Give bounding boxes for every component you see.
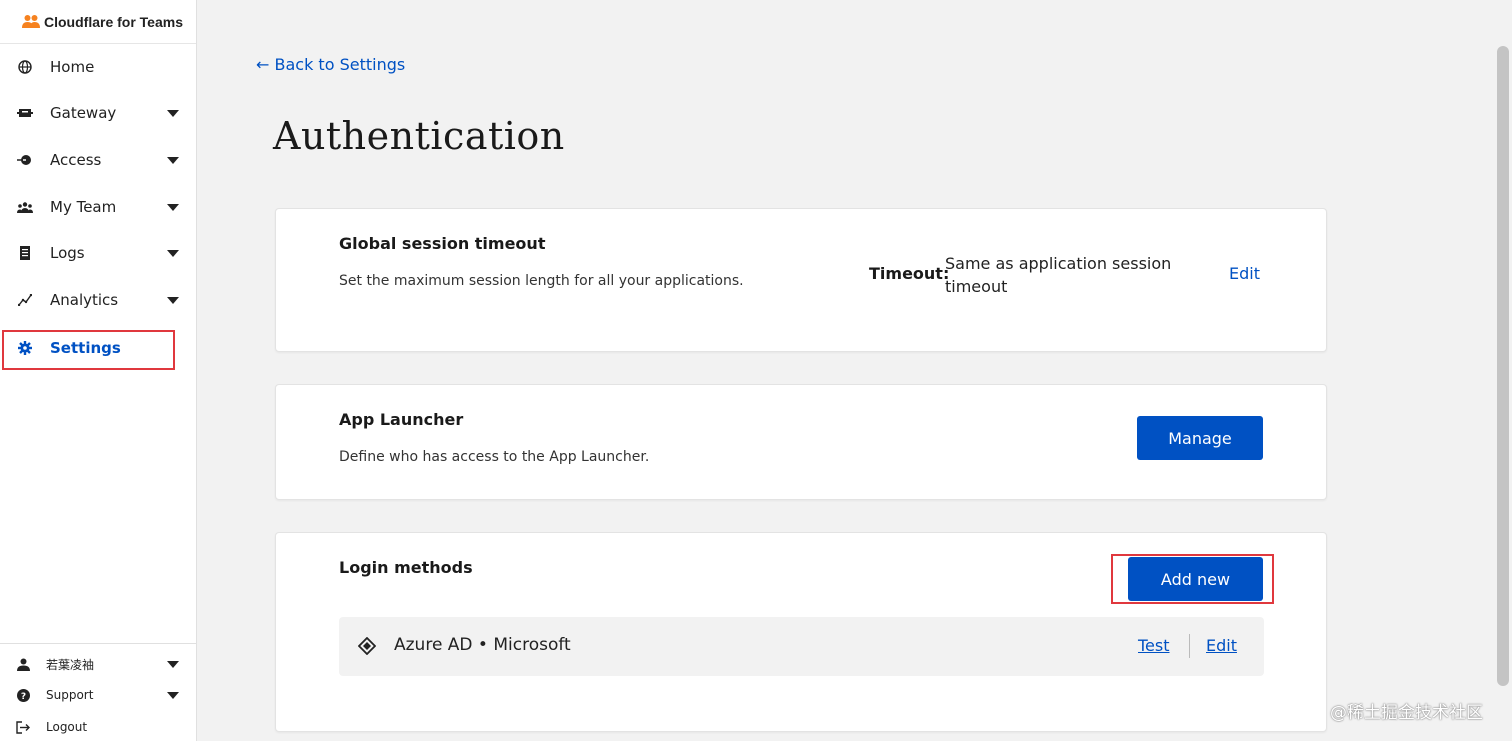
sidebar-item-label: My Team xyxy=(50,198,117,216)
logout-button[interactable]: Logout xyxy=(0,712,196,741)
sidebar-item-home[interactable]: Home xyxy=(0,47,196,87)
support-menu[interactable]: ? Support xyxy=(0,680,196,710)
highlight-box xyxy=(1111,554,1274,604)
session-timeout-description: Set the maximum session length for all y… xyxy=(339,273,744,289)
sidebar-item-gateway[interactable]: Gateway xyxy=(0,93,196,133)
svg-text:?: ? xyxy=(20,692,25,702)
globe-icon xyxy=(17,59,33,75)
chevron-down-icon xyxy=(167,691,179,699)
chevron-down-icon xyxy=(167,203,179,211)
sidebar-item-label: Analytics xyxy=(50,291,119,309)
logout-label: Logout xyxy=(46,720,88,734)
chevron-down-icon xyxy=(167,156,179,164)
manage-button[interactable]: Manage xyxy=(1137,416,1263,460)
scrollbar[interactable] xyxy=(1497,46,1509,686)
back-to-settings-link[interactable]: ← Back to Settings xyxy=(256,55,405,74)
session-timeout-title: Global session timeout xyxy=(339,234,546,253)
login-methods-card: Login methods Add new Azure AD • Microso… xyxy=(275,532,1327,732)
team-logo-icon xyxy=(22,14,40,28)
login-methods-title: Login methods xyxy=(339,558,473,577)
help-icon: ? xyxy=(15,687,31,703)
timeout-value: Same as application session timeout xyxy=(945,254,1172,296)
page-title: Authentication xyxy=(273,114,565,158)
chevron-down-icon xyxy=(167,296,179,304)
timeout-label: Timeout: xyxy=(869,264,950,283)
app-launcher-title: App Launcher xyxy=(339,410,464,429)
analytics-icon xyxy=(17,292,33,308)
brand-name: Cloudflare for Teams xyxy=(44,13,183,30)
app-launcher-card: App Launcher Define who has access to th… xyxy=(275,384,1327,500)
sidebar-item-label: Home xyxy=(50,58,95,76)
support-label: Support xyxy=(46,688,94,702)
login-method-name: Azure AD • Microsoft xyxy=(394,635,571,655)
access-icon xyxy=(17,152,33,168)
user-icon xyxy=(15,656,31,672)
sidebar-item-label: Access xyxy=(50,151,102,169)
watermark: @稀土掘金技术社区 xyxy=(1330,703,1483,723)
list-item: Azure AD • Microsoft Test Edit xyxy=(339,617,1264,676)
edit-timeout-link[interactable]: Edit xyxy=(1229,264,1260,283)
team-icon xyxy=(17,199,33,215)
brand-header[interactable]: Cloudflare for Teams xyxy=(0,0,196,44)
sidebar-item-analytics[interactable]: Analytics xyxy=(0,280,196,320)
logout-icon xyxy=(15,719,31,735)
sidebar-item-my-team[interactable]: My Team xyxy=(0,187,196,227)
account-name: 若葉凌袖 xyxy=(46,657,95,672)
app-launcher-description: Define who has access to the App Launche… xyxy=(339,449,650,465)
azure-ad-icon xyxy=(358,637,376,655)
session-timeout-card: Global session timeout Set the maximum s… xyxy=(275,208,1327,352)
sidebar-item-label: Logs xyxy=(50,244,85,262)
sidebar-item-access[interactable]: Access xyxy=(0,140,196,180)
sidebar-item-logs[interactable]: Logs xyxy=(0,233,196,273)
edit-login-method-link[interactable]: Edit xyxy=(1206,636,1237,655)
chevron-down-icon xyxy=(167,109,179,117)
divider xyxy=(1189,634,1190,658)
account-menu[interactable]: 若葉凌袖 xyxy=(0,649,196,679)
sidebar-item-label: Gateway xyxy=(50,104,117,122)
test-login-method-link[interactable]: Test xyxy=(1138,636,1170,655)
gateway-icon xyxy=(17,105,33,121)
sidebar-footer: 若葉凌袖 ? Support Logout xyxy=(0,643,196,741)
chevron-down-icon xyxy=(167,249,179,257)
logs-icon xyxy=(17,245,33,261)
highlight-box xyxy=(2,330,175,370)
chevron-down-icon xyxy=(167,660,179,668)
sidebar: Cloudflare for Teams Home Gateway Access… xyxy=(0,0,197,741)
